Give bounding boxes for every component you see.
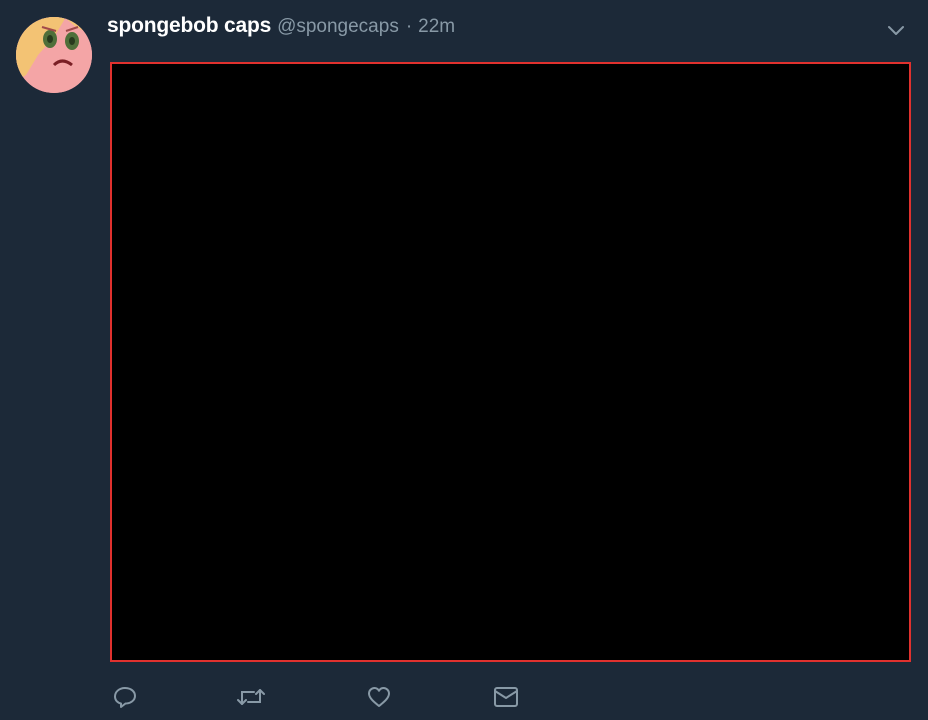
user-handle[interactable]: @spongecaps (277, 16, 399, 38)
tweet-actions (110, 682, 630, 714)
tweet-media[interactable] (110, 62, 911, 662)
tweet-header: spongebob caps @spongecaps · 22m (107, 14, 455, 44)
chevron-down-icon[interactable] (886, 20, 906, 40)
envelope-icon (492, 684, 520, 710)
reply-icon (112, 684, 138, 710)
retweet-icon (237, 684, 265, 710)
retweet-button[interactable] (236, 682, 266, 712)
timestamp[interactable]: 22m (418, 16, 455, 38)
avatar[interactable] (16, 17, 92, 93)
like-button[interactable] (364, 682, 394, 712)
display-name[interactable]: spongebob caps (107, 14, 271, 38)
direct-message-button[interactable] (491, 682, 521, 712)
reply-button[interactable] (110, 682, 140, 712)
heart-icon (366, 684, 392, 710)
separator-dot: · (405, 16, 413, 37)
patrick-avatar-image (16, 17, 92, 93)
tweet: spongebob caps @spongecaps · 22m (0, 0, 928, 720)
